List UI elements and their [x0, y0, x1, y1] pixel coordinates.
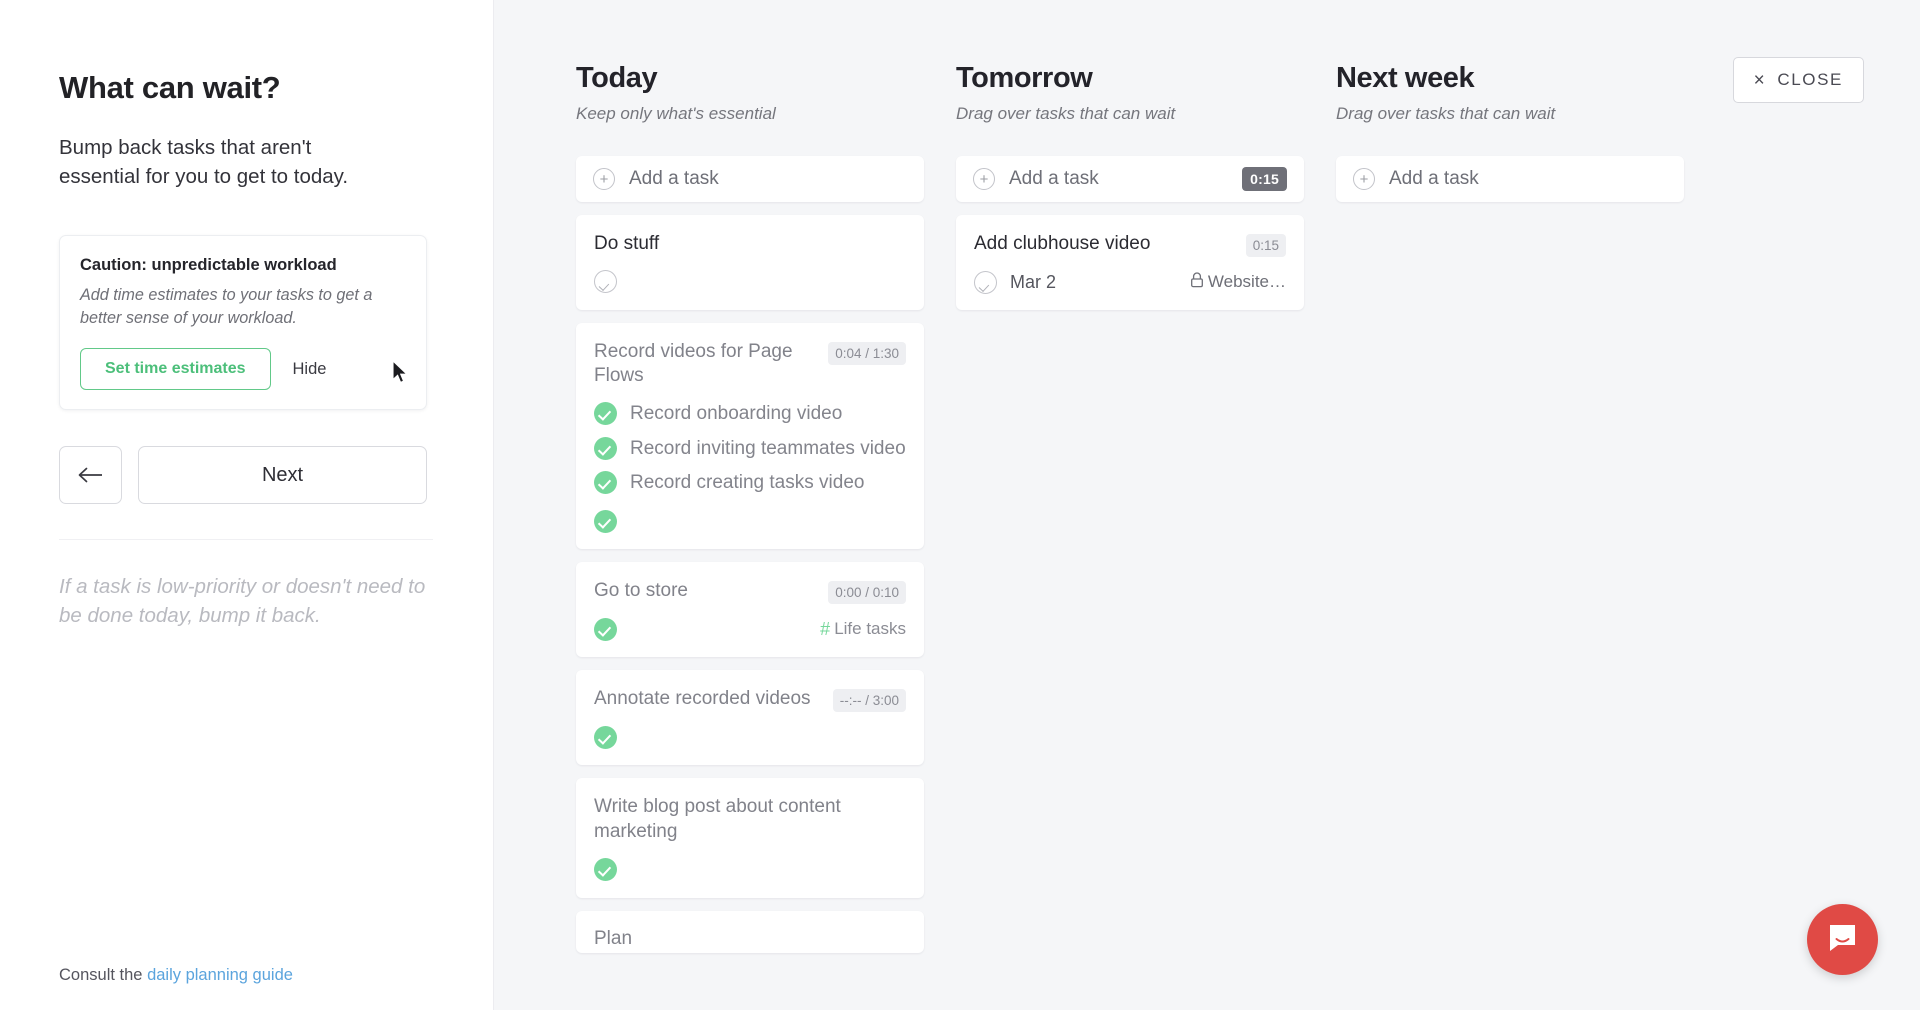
chat-bubble-icon [1826, 921, 1859, 959]
subtask-row[interactable]: Record onboarding video [594, 402, 906, 427]
task-row[interactable]: Do stuff [576, 215, 924, 310]
plus-icon: + [973, 168, 995, 190]
task-checkbox[interactable] [974, 270, 997, 294]
close-label: CLOSE [1777, 70, 1843, 89]
subtask-label: Record onboarding video [630, 403, 843, 425]
column-title: Today [576, 62, 658, 94]
add-task-label: Add a task [1389, 168, 1479, 189]
tag-label: Life tasks [834, 619, 906, 639]
close-button[interactable]: × CLOSE [1732, 57, 1864, 103]
task-time-badge: 0:00 / 0:10 [828, 581, 906, 605]
column-title: Next week [1336, 62, 1475, 94]
column-subtitle: Drag over tasks that can wait [1336, 104, 1556, 123]
task-row[interactable]: Add clubhouse video 0:15 Mar 2 Website… [956, 215, 1304, 310]
task-time-badge: 0:04 / 1:30 [828, 341, 906, 365]
sidebar-divider [59, 539, 433, 541]
set-time-estimates-button[interactable]: Set time estimates [80, 348, 271, 391]
subtask-checkbox[interactable] [594, 471, 617, 495]
task-row[interactable]: Go to store 0:00 / 0:10 # Life tasks [576, 562, 924, 658]
task-time-badge: 0:15 [1245, 234, 1286, 257]
task-title: Write blog post about content marketing [594, 796, 841, 842]
task-row[interactable]: Annotate recorded videos --:-- / 3:00 [576, 670, 924, 766]
column-title: Tomorrow [956, 62, 1093, 94]
plus-icon: + [1353, 168, 1375, 190]
wizard-navigation: Next [59, 446, 427, 505]
task-row[interactable]: Write blog post about content marketing [576, 778, 924, 898]
board-columns: Today Keep only what's essential + Add a… [494, 0, 1920, 953]
hide-button[interactable]: Hide [293, 360, 327, 379]
lock-icon [1190, 271, 1204, 293]
add-task-label: Add a task [629, 168, 719, 189]
daily-planning-guide-link[interactable]: daily planning guide [147, 966, 293, 984]
caution-title: Caution: unpredictable workload [80, 256, 337, 275]
sidebar-footer: Consult the daily planning guide [59, 966, 293, 985]
task-title: Add clubhouse video [974, 233, 1151, 254]
task-checkbox[interactable] [594, 270, 617, 294]
plus-icon: + [593, 168, 615, 190]
task-project[interactable]: Website… [1190, 271, 1286, 293]
subtask-label: Record inviting teammates video [630, 437, 906, 459]
column-subtitle: Drag over tasks that can wait [956, 104, 1176, 123]
task-time-badge: --:-- / 3:00 [832, 689, 906, 713]
add-task-label: Add a task [1009, 168, 1099, 189]
task-tag[interactable]: # Life tasks [820, 619, 906, 640]
caution-actions: Set time estimates Hide [80, 348, 406, 391]
next-button[interactable]: Next [138, 446, 427, 505]
footer-prefix: Consult the [59, 966, 148, 984]
close-icon: × [1753, 69, 1767, 91]
task-board: × CLOSE Today Keep only what's essential… [494, 0, 1920, 1010]
column-today: Today Keep only what's essential + Add a… [576, 62, 924, 953]
back-button[interactable] [59, 446, 122, 505]
add-task-today[interactable]: + Add a task [576, 156, 924, 202]
sidebar-hint: If a task is low-priority or doesn't nee… [59, 575, 426, 628]
caution-card: Caution: unpredictable workload Add time… [59, 235, 427, 411]
column-subtitle: Keep only what's essential [576, 104, 776, 123]
intercom-chat-button[interactable] [1807, 904, 1878, 975]
task-title: Plan [594, 927, 633, 949]
task-checkbox[interactable] [594, 858, 617, 881]
task-checkbox[interactable] [594, 725, 617, 749]
subtask-checkbox[interactable] [594, 436, 617, 460]
task-checkbox[interactable] [594, 509, 617, 533]
task-title: Annotate recorded videos [594, 688, 811, 710]
hash-icon: # [820, 618, 831, 639]
task-title: Do stuff [594, 233, 660, 254]
subtask-list: Record onboarding video Record inviting … [594, 402, 906, 496]
task-date: Mar 2 [1010, 271, 1057, 292]
arrow-left-icon [78, 467, 104, 483]
task-title: Record videos for Page Flows [594, 340, 793, 387]
task-row[interactable]: Record videos for Page Flows 0:04 / 1:30… [576, 322, 924, 550]
subtask-row[interactable]: Record creating tasks video [594, 471, 906, 496]
add-task-tomorrow[interactable]: + Add a task 0:15 [956, 156, 1304, 202]
task-checkbox[interactable] [594, 617, 617, 641]
subtask-row[interactable]: Record inviting teammates video [594, 436, 906, 462]
guide-sidebar: What can wait? Bump back tasks that aren… [0, 0, 494, 1010]
column-tomorrow: Tomorrow Drag over tasks that can wait +… [956, 62, 1304, 953]
column-next-week: Next week Drag over tasks that can wait … [1336, 62, 1684, 953]
project-label: Website… [1207, 272, 1286, 291]
page-title: What can wait? [59, 70, 281, 105]
subtask-checkbox[interactable] [594, 402, 617, 426]
page-description: Bump back tasks that aren't essential fo… [59, 136, 349, 189]
column-total-badge: 0:15 [1242, 167, 1287, 191]
app-root: What can wait? Bump back tasks that aren… [0, 0, 1920, 1010]
add-task-next-week[interactable]: + Add a task [1336, 156, 1684, 202]
task-row-partial[interactable]: Plan [576, 910, 924, 953]
subtask-label: Record creating tasks video [630, 472, 865, 494]
task-title: Go to store [594, 580, 688, 602]
caution-description: Add time estimates to your tasks to get … [80, 286, 373, 328]
mouse-cursor [392, 359, 409, 390]
